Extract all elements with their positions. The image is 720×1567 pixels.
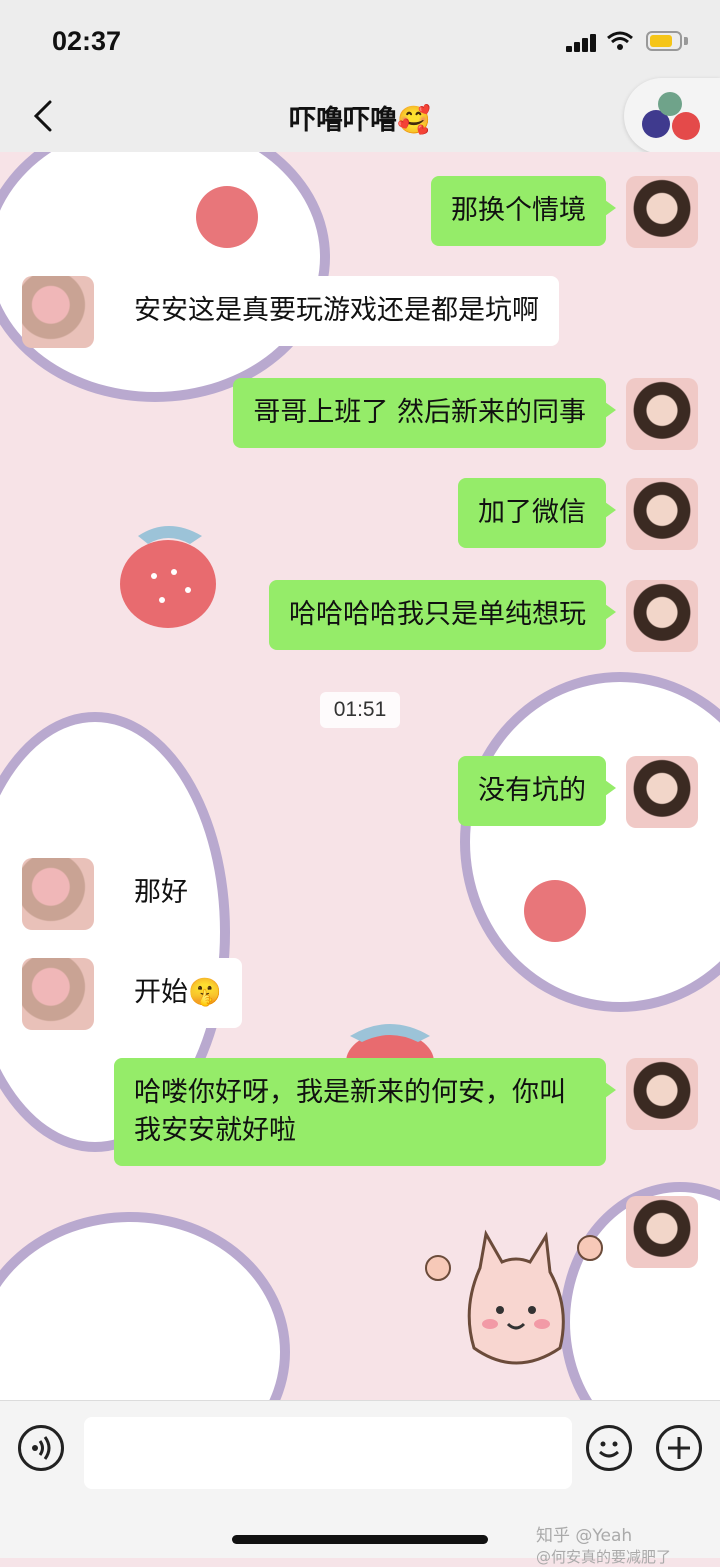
message-bubble-sent[interactable]: 哥哥上班了 然后新来的同事 [233, 378, 616, 448]
status-time: 02:37 [52, 26, 122, 56]
message-bubble-sent[interactable]: 没有坑的 [458, 756, 616, 826]
self-avatar[interactable] [626, 756, 698, 828]
message-bubble-received[interactable]: 安安这是真要玩游戏还是都是坑啊 [104, 276, 559, 346]
voice-icon[interactable] [18, 1425, 64, 1471]
home-indicator[interactable] [232, 1535, 488, 1544]
watermark-text-2: @何安真的要减肥了 [536, 1548, 672, 1566]
input-bar: 知乎 @Yeah @何安真的要减肥了 [0, 1400, 720, 1566]
message-row: 哈喽你好呀，我是新来的何安，你叫我安安就好啦 [0, 1058, 720, 1170]
wifi-icon [607, 31, 633, 50]
message-bubble-sent[interactable]: 哈哈哈哈我只是单纯想玩 [269, 580, 616, 650]
chat-navbar: 吓噜吓噜🥰 [0, 80, 720, 152]
contact-avatar[interactable] [22, 858, 94, 930]
app-icons-icon [642, 92, 700, 140]
self-avatar[interactable] [626, 1196, 698, 1268]
message-timestamp: 01:51 [320, 692, 400, 728]
emoji-icon[interactable] [586, 1425, 632, 1471]
message-bubble-sent[interactable]: 哈喽你好呀，我是新来的何安，你叫我安安就好啦 [114, 1058, 616, 1166]
message-row: 那好 [0, 858, 720, 934]
message-row: 开始🤫 [0, 958, 720, 1034]
floating-app-badge[interactable] [624, 78, 720, 154]
self-avatar[interactable] [626, 478, 698, 550]
contact-avatar[interactable] [22, 958, 94, 1030]
watermark-zhihu: 知乎 @Yeah @何安真的要减肥了 [536, 1521, 671, 1567]
plus-icon[interactable] [656, 1425, 702, 1471]
contact-avatar[interactable] [22, 276, 94, 348]
message-bubble-sent[interactable]: 那换个情境 [431, 176, 616, 246]
self-avatar[interactable] [626, 176, 698, 248]
message-bubble-received[interactable]: 开始🤫 [104, 958, 242, 1028]
message-row: 加了微信 [0, 478, 720, 554]
self-avatar[interactable] [626, 1058, 698, 1130]
message-bubble-sent[interactable]: 加了微信 [458, 478, 616, 548]
message-row [0, 1196, 720, 1272]
chat-title: 吓噜吓噜🥰 [289, 105, 431, 136]
status-bar: 02:37 [0, 0, 720, 80]
message-row: 安安这是真要玩游戏还是都是坑啊 [0, 276, 720, 352]
message-row: 哈哈哈哈我只是单纯想玩 [0, 580, 720, 656]
signal-icon [566, 32, 598, 52]
message-bubble-received[interactable]: 那好 [104, 858, 208, 928]
message-row: 那换个情境 [0, 176, 720, 252]
self-avatar[interactable] [626, 580, 698, 652]
chat-area[interactable]: 那换个情境 安安这是真要玩游戏还是都是坑啊 哥哥上班了 然后新来的同事 加了微信… [0, 152, 720, 1400]
battery-tip [684, 37, 688, 45]
message-row: 哥哥上班了 然后新来的同事 [0, 378, 720, 454]
self-avatar[interactable] [626, 378, 698, 450]
message-input[interactable] [84, 1417, 572, 1489]
message-row: 没有坑的 [0, 756, 720, 832]
battery-icon [646, 31, 682, 51]
watermark-text: 知乎 @Yeah [536, 1526, 633, 1546]
